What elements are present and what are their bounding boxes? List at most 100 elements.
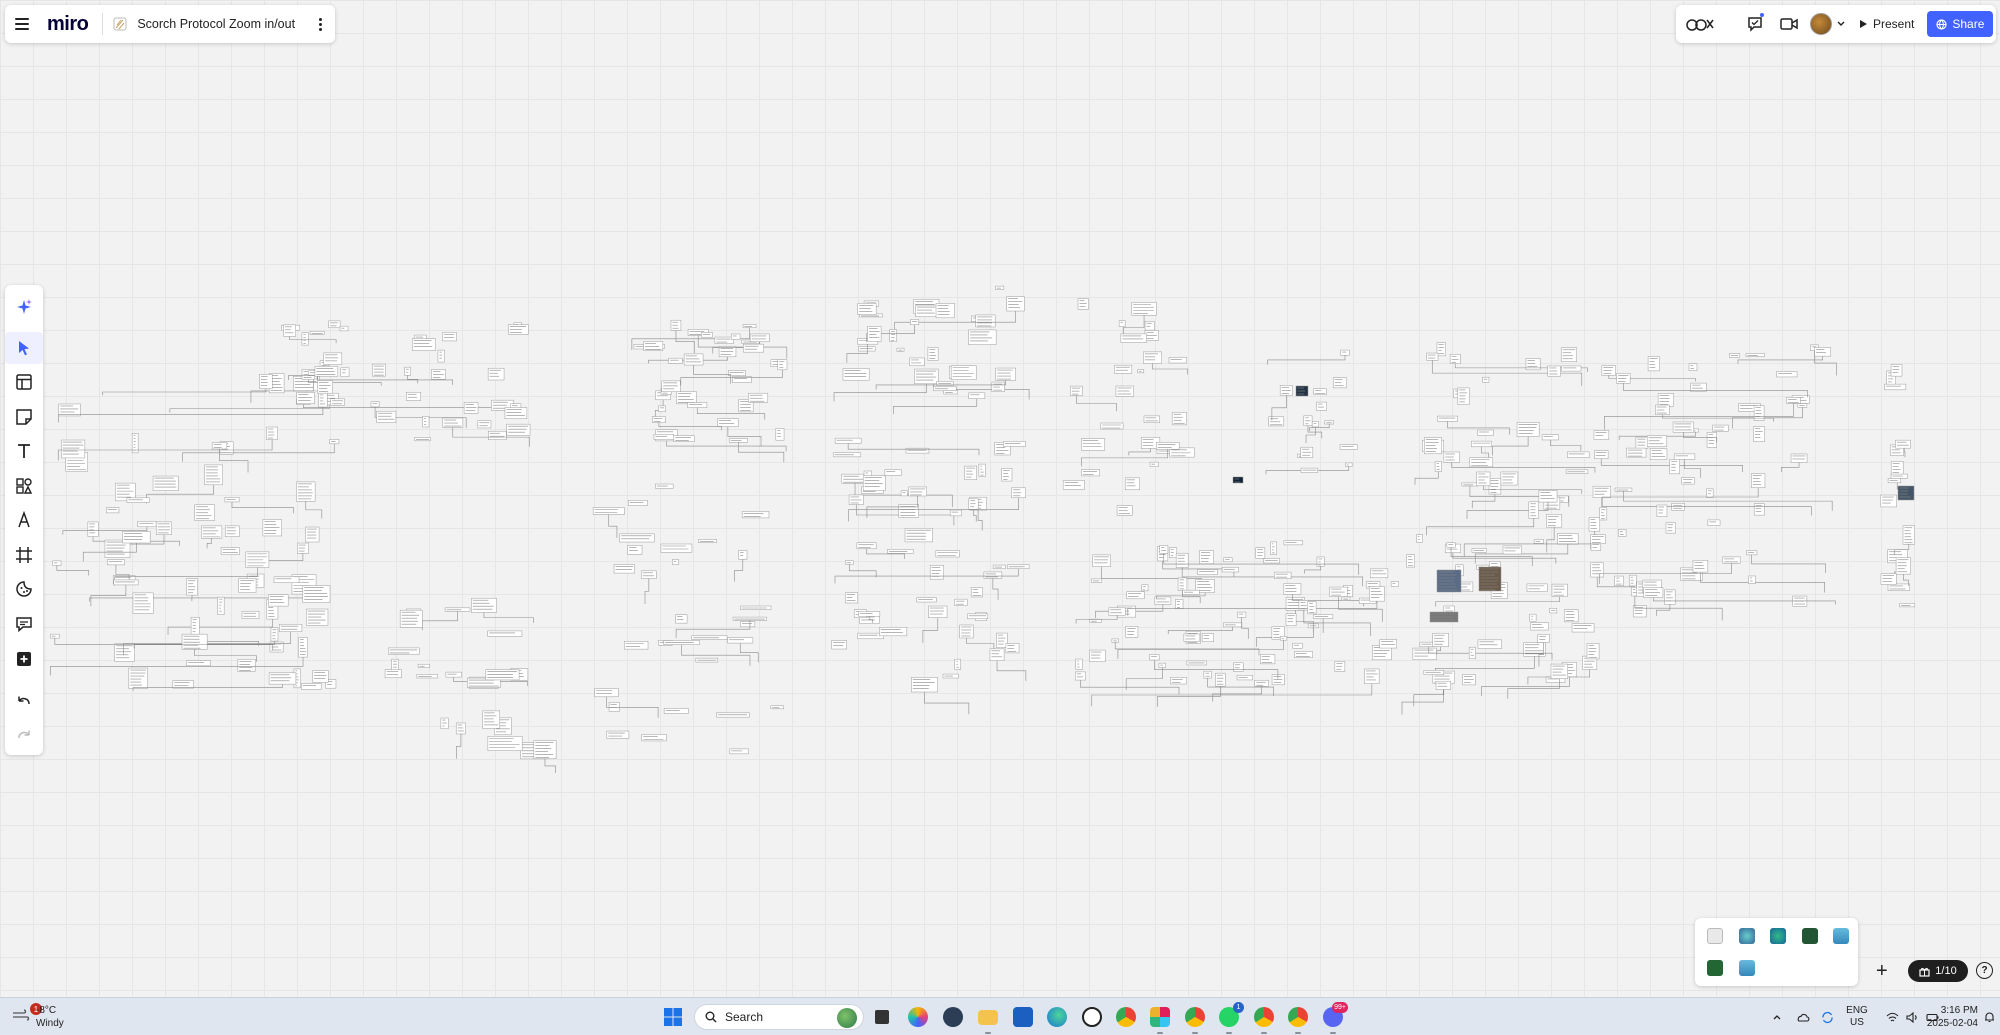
connector[interactable] bbox=[182, 443, 335, 462]
board-item[interactable] bbox=[1880, 573, 1897, 585]
board-item[interactable] bbox=[1790, 453, 1808, 463]
board-item[interactable] bbox=[268, 672, 297, 685]
connector[interactable] bbox=[848, 564, 877, 578]
whatsapp-button[interactable]: 1 bbox=[1216, 1002, 1244, 1034]
weather-widget[interactable]: 1 -8°C Windy bbox=[10, 1002, 120, 1032]
board-item[interactable] bbox=[978, 463, 986, 477]
board-item[interactable] bbox=[477, 420, 492, 429]
board-item[interactable] bbox=[455, 722, 466, 735]
board-item[interactable] bbox=[1311, 421, 1319, 428]
board-item[interactable] bbox=[463, 402, 479, 414]
onedrive-tray-button[interactable] bbox=[1792, 998, 1814, 1035]
sticky-note-button[interactable] bbox=[5, 401, 43, 433]
board-item[interactable] bbox=[1143, 415, 1160, 424]
chrome-button[interactable] bbox=[1113, 1004, 1139, 1030]
reactions-button[interactable] bbox=[1684, 5, 1718, 43]
connector[interactable] bbox=[996, 660, 1027, 681]
app-icon[interactable] bbox=[1802, 928, 1818, 944]
share-button[interactable]: Share bbox=[1927, 11, 1994, 37]
comments-toggle-button[interactable] bbox=[1738, 5, 1772, 43]
board-item[interactable] bbox=[1688, 363, 1698, 371]
board-item[interactable] bbox=[404, 366, 411, 376]
board-item[interactable] bbox=[1814, 347, 1832, 357]
connector[interactable] bbox=[1125, 667, 1163, 691]
dell-button[interactable] bbox=[1079, 1004, 1105, 1030]
board-item[interactable] bbox=[1237, 611, 1247, 618]
board-item[interactable] bbox=[224, 497, 240, 503]
board-item[interactable] bbox=[896, 347, 905, 352]
connector[interactable] bbox=[739, 643, 759, 663]
board-item[interactable] bbox=[328, 320, 341, 329]
connector[interactable] bbox=[924, 692, 970, 715]
board-item[interactable] bbox=[1722, 556, 1741, 564]
board-item[interactable] bbox=[1126, 591, 1145, 600]
connector[interactable] bbox=[421, 611, 458, 631]
connector[interactable] bbox=[456, 733, 462, 759]
board-item[interactable] bbox=[627, 545, 643, 555]
connector[interactable] bbox=[1737, 356, 1824, 364]
app-icon[interactable] bbox=[1707, 928, 1723, 944]
board-item[interactable] bbox=[1776, 371, 1798, 378]
board-item[interactable] bbox=[770, 705, 784, 710]
board-item[interactable] bbox=[137, 520, 157, 528]
connector[interactable] bbox=[54, 638, 274, 651]
board-item[interactable] bbox=[900, 490, 908, 497]
board-item[interactable] bbox=[1003, 441, 1026, 447]
board-item[interactable] bbox=[949, 509, 962, 517]
connector[interactable] bbox=[1550, 439, 1582, 452]
connector[interactable] bbox=[1700, 572, 1825, 593]
connector[interactable] bbox=[56, 565, 90, 576]
board-item[interactable] bbox=[606, 730, 630, 739]
text-tool-button[interactable] bbox=[5, 435, 43, 467]
board-item[interactable] bbox=[445, 671, 462, 678]
connector[interactable] bbox=[973, 509, 977, 522]
board-item[interactable] bbox=[714, 336, 734, 344]
board-item[interactable] bbox=[1626, 447, 1647, 458]
board-item[interactable] bbox=[1159, 545, 1169, 554]
connector[interactable] bbox=[483, 612, 534, 623]
board-item[interactable] bbox=[1895, 439, 1911, 449]
board-item[interactable] bbox=[1537, 634, 1550, 643]
comment-tool-button[interactable] bbox=[5, 608, 43, 640]
board-item[interactable] bbox=[302, 585, 331, 603]
board-item[interactable] bbox=[1316, 401, 1327, 411]
connector[interactable] bbox=[696, 407, 766, 420]
video-call-button[interactable] bbox=[1772, 5, 1806, 43]
board-item[interactable] bbox=[488, 430, 507, 440]
board-item[interactable] bbox=[440, 717, 449, 729]
board-item[interactable] bbox=[658, 405, 666, 413]
board-item[interactable] bbox=[1426, 352, 1439, 361]
file-explorer-button[interactable] bbox=[975, 1004, 1001, 1034]
board-item[interactable] bbox=[1324, 420, 1334, 425]
board-item[interactable] bbox=[1526, 583, 1548, 592]
board-item[interactable] bbox=[414, 437, 431, 442]
connector[interactable] bbox=[734, 559, 744, 582]
connector[interactable] bbox=[58, 407, 324, 423]
board-item[interactable] bbox=[1236, 675, 1253, 681]
board-item[interactable] bbox=[1530, 622, 1549, 631]
board-item[interactable] bbox=[298, 637, 308, 658]
board-item[interactable] bbox=[1478, 566, 1502, 592]
board-item[interactable] bbox=[279, 623, 303, 632]
board-item[interactable] bbox=[405, 391, 422, 401]
board-item[interactable] bbox=[1614, 487, 1633, 492]
board-item[interactable] bbox=[672, 559, 679, 565]
board-item[interactable] bbox=[1629, 574, 1637, 587]
connector[interactable] bbox=[1080, 680, 1180, 695]
board-item[interactable] bbox=[717, 418, 739, 427]
chrome-profile-button[interactable] bbox=[1251, 1004, 1277, 1034]
board-item[interactable] bbox=[1183, 633, 1201, 642]
board-item[interactable] bbox=[910, 319, 920, 326]
board-item[interactable] bbox=[482, 710, 500, 729]
add-frame-button[interactable]: + bbox=[1876, 961, 1888, 981]
board-item[interactable] bbox=[834, 437, 862, 444]
board-item[interactable] bbox=[1075, 658, 1083, 670]
templates-button[interactable] bbox=[5, 366, 43, 398]
connector[interactable] bbox=[90, 584, 127, 607]
connector[interactable] bbox=[167, 619, 273, 636]
connector[interactable] bbox=[658, 422, 722, 431]
discord-button[interactable]: 99+ bbox=[1320, 1002, 1348, 1034]
slack-button[interactable] bbox=[1147, 1004, 1173, 1034]
board-item[interactable] bbox=[1170, 677, 1187, 685]
board-item[interactable] bbox=[1594, 450, 1609, 459]
